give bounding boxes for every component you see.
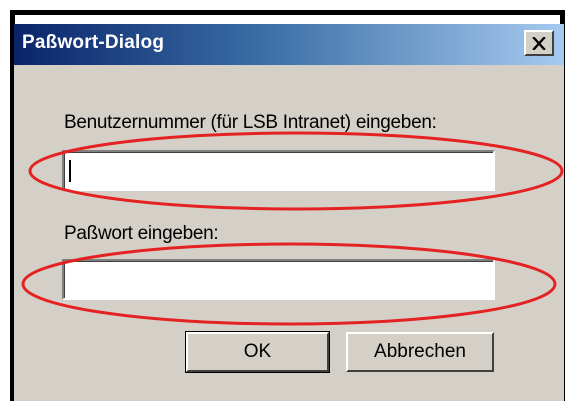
password-input[interactable]	[62, 259, 495, 300]
ok-button[interactable]: OK	[185, 331, 330, 373]
close-button[interactable]	[524, 30, 554, 56]
user-number-label: Benutzernummer (für LSB Intranet) eingeb…	[64, 112, 437, 133]
close-icon	[532, 36, 546, 50]
text-caret	[69, 160, 71, 182]
password-label: Paßwort eingeben:	[64, 223, 219, 244]
cancel-button[interactable]: Abbrechen	[346, 332, 494, 372]
window-title: Paßwort-Dialog	[22, 32, 165, 53]
title-bar: Paßwort-Dialog	[14, 24, 564, 65]
user-number-input[interactable]	[62, 150, 495, 191]
